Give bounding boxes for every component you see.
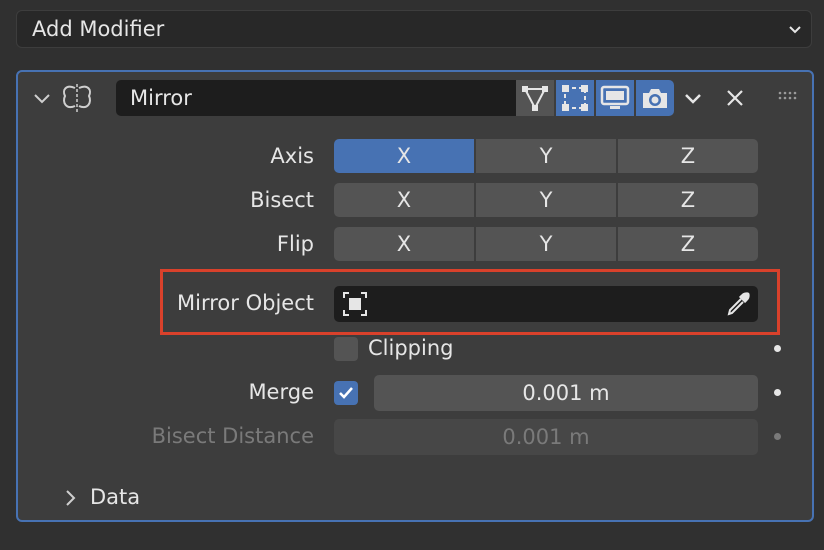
mirror-modifier-icon	[63, 84, 91, 112]
add-modifier-dropdown[interactable]: Add Modifier	[16, 10, 812, 48]
bisect-label: Bisect	[250, 188, 314, 212]
camera-icon	[643, 89, 667, 108]
merge-checkbox[interactable]	[334, 381, 358, 405]
edit-mode-toggle[interactable]	[516, 80, 554, 116]
clipping-keyframe-dot[interactable]	[774, 345, 781, 352]
close-icon[interactable]	[724, 87, 746, 109]
monitor-icon	[600, 85, 630, 109]
bisect-x-toggle[interactable]: X	[334, 183, 474, 217]
drag-handle-icon[interactable]	[778, 90, 800, 104]
merge-label: Merge	[248, 380, 314, 404]
chevron-down-icon	[789, 26, 801, 34]
bisect-distance-field: 0.001 m	[334, 419, 758, 455]
axis-x-toggle[interactable]: X	[334, 139, 474, 173]
flip-toggle-group: X Y Z	[334, 227, 758, 261]
checkmark-icon	[339, 387, 353, 399]
merge-distance-field[interactable]: 0.001 m	[374, 375, 758, 411]
add-modifier-label: Add Modifier	[32, 17, 165, 41]
mirror-object-highlight	[160, 269, 780, 335]
modifier-name: Mirror	[130, 86, 192, 110]
extra-options-chevron-icon[interactable]	[682, 88, 704, 110]
clipping-label: Clipping	[368, 336, 454, 360]
flip-label: Flip	[276, 232, 314, 256]
bisect-z-toggle[interactable]: Z	[618, 183, 758, 217]
merge-keyframe-dot[interactable]	[774, 389, 781, 396]
bisect-toggle-group: X Y Z	[334, 183, 758, 217]
bisect-distance-keyframe-dot	[774, 433, 781, 440]
axis-toggle-group: X Y Z	[334, 139, 758, 173]
on-cage-toggle[interactable]	[556, 80, 594, 116]
bisect-y-toggle[interactable]: Y	[476, 183, 616, 217]
render-toggle[interactable]	[636, 80, 674, 116]
edit-mode-triangle-icon	[522, 86, 548, 111]
modifier-name-field[interactable]: Mirror	[116, 80, 516, 116]
mirror-modifier-panel: Mirror Axis X Y Z Bisect X Y Z Flip X Y …	[16, 70, 814, 522]
collapse-chevron-icon[interactable]	[32, 88, 52, 108]
viewport-toggle[interactable]	[596, 80, 634, 116]
on-cage-vertices-icon	[562, 85, 588, 111]
bisect-distance-value: 0.001 m	[502, 425, 590, 449]
flip-y-toggle[interactable]: Y	[476, 227, 616, 261]
bisect-distance-label: Bisect Distance	[151, 424, 314, 448]
flip-x-toggle[interactable]: X	[334, 227, 474, 261]
data-section-label[interactable]: Data	[90, 485, 140, 509]
chevron-right-icon[interactable]	[62, 488, 78, 508]
clipping-checkbox[interactable]	[334, 337, 358, 361]
flip-z-toggle[interactable]: Z	[618, 227, 758, 261]
axis-label: Axis	[270, 144, 314, 168]
axis-y-toggle[interactable]: Y	[476, 139, 616, 173]
axis-z-toggle[interactable]: Z	[618, 139, 758, 173]
merge-distance-value: 0.001 m	[522, 381, 610, 405]
